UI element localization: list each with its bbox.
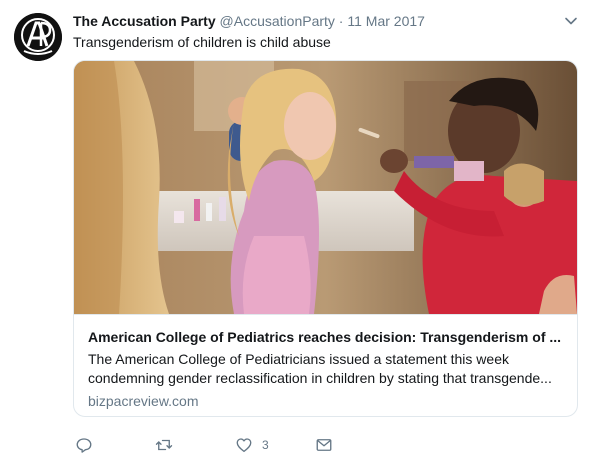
retweet-icon [155,439,173,451]
author-handle[interactable]: @AccusationParty [220,13,335,29]
chevron-down-icon[interactable] [564,14,578,28]
tweet-header: The Accusation Party @AccusationParty · … [73,12,582,30]
card-domain[interactable]: bizpacreview.com [88,392,199,410]
like-button[interactable]: 3 [235,436,269,454]
separator-dot: · [338,13,344,29]
author-name[interactable]: The Accusation Party [73,13,216,29]
card-body[interactable]: American College of Pediatrics reaches d… [74,314,577,416]
card-title[interactable]: American College of Pediatrics reaches d… [88,328,566,346]
avatar[interactable] [14,13,62,61]
reply-icon [76,438,92,453]
reply-button[interactable] [75,436,93,454]
direct-message-button[interactable] [315,436,333,454]
retweet-button[interactable] [155,436,173,454]
like-count: 3 [262,438,269,452]
heart-icon [236,438,252,453]
card-description: The American College of Pediatricians is… [88,350,566,388]
card-image[interactable] [74,61,577,314]
tweet-text: Transgenderism of children is child abus… [73,34,331,50]
tweet-actions: 3 [75,436,475,456]
envelope-icon [316,439,332,451]
card-description-line: condemning gender reclassification in ch… [88,370,552,386]
photo-image [74,61,577,314]
tweet-date[interactable]: 11 Mar 2017 [347,13,425,29]
avatar-logo-icon [14,13,62,61]
link-card[interactable]: American College of Pediatrics reaches d… [73,60,578,417]
card-description-line: The American College of Pediatricians is… [88,351,509,367]
